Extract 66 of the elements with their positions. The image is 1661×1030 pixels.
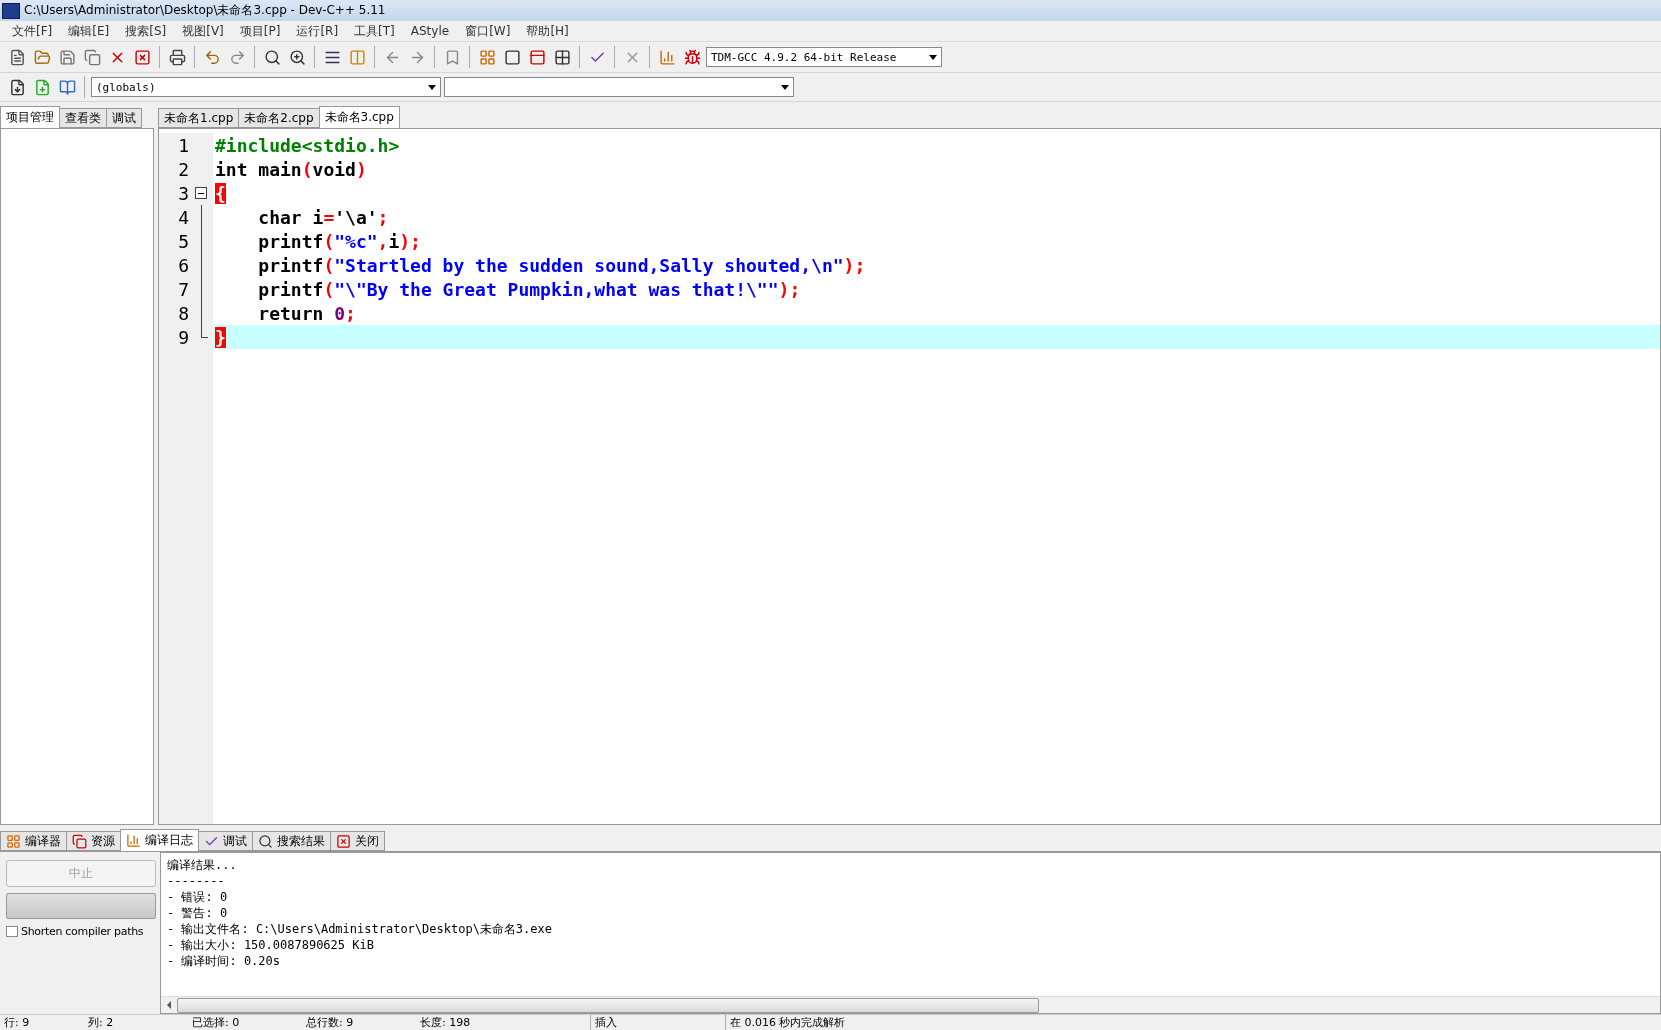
line-number: 3 [177, 182, 189, 204]
line-number: 2 [177, 158, 189, 180]
status-text: 插入 [591, 1015, 726, 1030]
status-text: 列: 2 [87, 1015, 115, 1030]
code-line: return 0; [257, 302, 356, 324]
menu-item[interactable]: 帮助[H] [518, 22, 577, 40]
status-text: 在 0.016 秒内完成解析 [729, 1015, 847, 1030]
log-line: - 错误: 0 [167, 889, 229, 905]
line-number: 1 [177, 134, 189, 156]
menu-item[interactable]: 工具[T] [346, 22, 403, 40]
code-line: char i='\a'; [257, 206, 389, 228]
grid-icon [6, 833, 21, 849]
line-number: 5 [177, 230, 189, 252]
code-line: int main(void) [214, 158, 367, 180]
line-number: 8 [177, 302, 189, 324]
output-tab[interactable]: 编译器 [0, 831, 67, 851]
menu-item[interactable]: 项目[P] [231, 22, 289, 40]
code-line: printf("\"By the Great Pumpkin,what was that!\""); [257, 278, 801, 300]
copy-icon [72, 833, 87, 849]
line-number: 6 [177, 254, 189, 276]
log-line: -------- [167, 873, 226, 889]
output-tab[interactable]: 编译日志 [120, 829, 199, 851]
line-number: 7 [177, 278, 189, 300]
panel-tab[interactable]: 项目管理 [0, 106, 60, 128]
line-number: 4 [177, 206, 189, 228]
log-line: - 警告: 0 [167, 905, 229, 921]
fold-toggle-icon[interactable] [195, 187, 207, 199]
menu-item[interactable]: 运行[R] [288, 22, 347, 40]
menu-item[interactable]: 编辑[E] [60, 22, 118, 40]
log-line: - 输出大小: 150.0087890625 KiB [167, 937, 375, 953]
menu-item[interactable]: 窗口[W] [457, 22, 519, 40]
status-text: 长度: 198 [416, 1015, 591, 1030]
output-tab[interactable]: 关闭 [330, 831, 385, 851]
symbol-select[interactable] [444, 77, 794, 97]
scope-select[interactable]: (globals) [91, 77, 441, 97]
app-logo-icon [2, 2, 20, 19]
menu-item[interactable]: 视图[V] [174, 22, 232, 40]
status-text: 总行数: 9 [305, 1015, 355, 1030]
line-number: 9 [177, 326, 189, 348]
output-tab[interactable]: 搜索结果 [252, 831, 331, 851]
code-line: printf("%c",i); [257, 230, 421, 252]
log-line: 编译结果... [167, 857, 238, 873]
log-line: - 输出文件名: C:\Users\Administrator\Desktop\未命名3.exe [167, 921, 553, 937]
horizontal-scrollbar[interactable] [161, 996, 1660, 1013]
search-icon [258, 833, 273, 849]
code-line: #include<stdio.h> [214, 134, 400, 156]
output-tab[interactable]: 资源 [66, 831, 121, 851]
menu-item[interactable]: 搜索[S] [117, 22, 175, 40]
checkbox-label: Shorten compiler paths [21, 925, 144, 938]
menu-item[interactable]: 文件[F] [4, 22, 61, 40]
close-icon [336, 833, 351, 849]
file-tab[interactable]: 未命名3.cpp [318, 106, 400, 128]
file-tab[interactable]: 未命名1.cpp [158, 108, 240, 128]
panel-tab[interactable]: 调试 [106, 108, 142, 128]
log-line: - 编译时间: 0.20s [167, 953, 282, 969]
code-line: printf("Startled by the sudden sound,Sally shouted,\n"); [257, 254, 866, 276]
compiler-select[interactable]: TDM-GCC 4.9.2 64-bit Release [706, 47, 942, 67]
menu-item[interactable]: AStyle [402, 24, 458, 38]
window-title: C:\Users\Administrator\Desktop\未命名3.cpp - Dev-C++ 5.11 [24, 2, 386, 19]
output-tab[interactable]: 调试 [198, 831, 253, 851]
status-text: 行: 9 [3, 1015, 31, 1030]
panel-tab[interactable]: 查看类 [59, 108, 107, 128]
checkbox[interactable] [6, 926, 18, 937]
status-text: 已选择: 0 [191, 1015, 241, 1030]
chart-icon [126, 833, 141, 848]
file-tab[interactable]: 未命名2.cpp [238, 108, 320, 128]
